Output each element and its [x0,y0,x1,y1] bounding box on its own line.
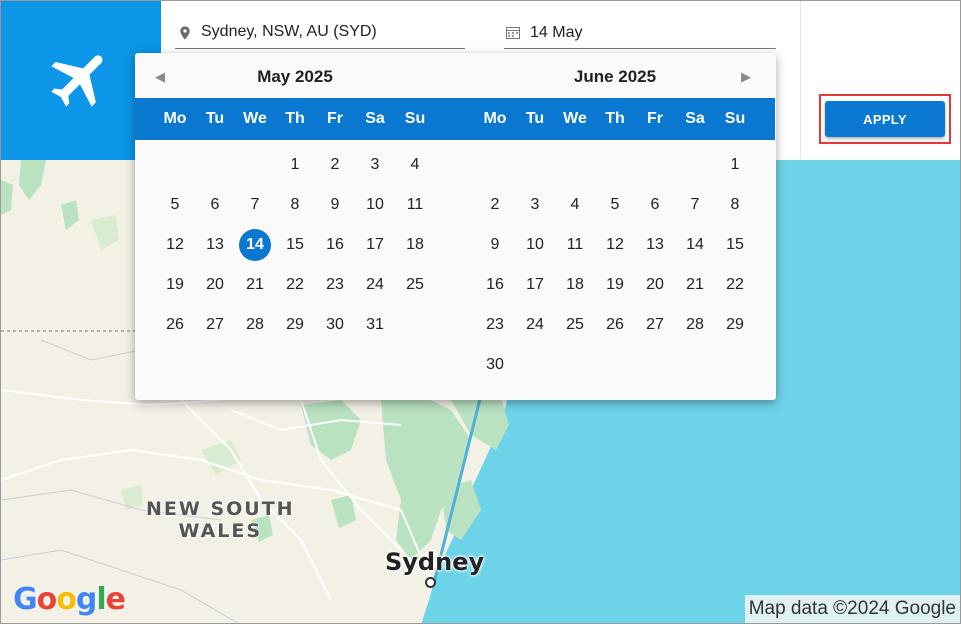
origin-input[interactable] [201,20,461,44]
day-cell[interactable]: 26 [159,309,191,341]
location-pin-icon [180,26,190,40]
day-cell[interactable]: 16 [479,269,511,301]
day-cell[interactable]: 3 [359,149,391,181]
day-cell[interactable]: 30 [479,349,511,381]
day-cell[interactable]: 11 [399,189,431,221]
day-cell[interactable]: 27 [639,309,671,341]
day-cell[interactable]: 29 [719,309,751,341]
day-cell[interactable]: 5 [599,189,631,221]
weekday-label: We [243,110,267,127]
month-title: May 2025 [257,67,333,86]
day-cell[interactable]: 7 [239,189,271,221]
weekday-label: Su [724,110,746,127]
day-cell[interactable]: 25 [559,309,591,341]
day-cell[interactable]: 16 [319,229,351,261]
month-may: ◀ May 2025 Mo Tu We Th Fr Sa Su 1 2 3 4 5 6 7 8 9 10 11 1… [135,53,455,400]
day-cell[interactable]: 12 [159,229,191,261]
day-cell[interactable]: 5 [159,189,191,221]
day-cell[interactable]: 19 [159,269,191,301]
date-field[interactable] [504,16,776,49]
day-cell[interactable]: 20 [199,269,231,301]
day-cell[interactable]: 8 [719,189,751,221]
day-cell[interactable]: 23 [479,309,511,341]
date-input[interactable] [530,21,770,45]
day-cell[interactable]: 10 [359,189,391,221]
weekday-label: Sa [685,110,705,127]
day-cell[interactable]: 19 [599,269,631,301]
day-cell[interactable]: 24 [519,309,551,341]
day-cell[interactable]: 18 [559,269,591,301]
day-cell[interactable]: 15 [279,229,311,261]
day-cell[interactable]: 9 [479,229,511,261]
day-cell[interactable]: 9 [319,189,351,221]
day-cell[interactable]: 25 [399,269,431,301]
apply-button[interactable]: APPLY [825,101,945,137]
map-city-label: Sydney [385,548,485,576]
day-cell[interactable]: 27 [199,309,231,341]
origin-field[interactable] [175,16,465,49]
weekday-label: Th [605,110,625,127]
day-cell[interactable]: 24 [359,269,391,301]
day-cell[interactable]: 21 [239,269,271,301]
month-june: June 2025 ▶ Mo Tu We Th Fr Sa Su 1 2 3 4 5 6 7 8 9 10 11… [455,53,775,400]
day-cell[interactable]: 17 [359,229,391,261]
header-divider [800,1,801,160]
calendar-icon [506,27,520,39]
day-cell[interactable]: 23 [319,269,351,301]
day-cell[interactable]: 22 [279,269,311,301]
day-cell[interactable]: 17 [519,269,551,301]
day-cell[interactable]: 20 [639,269,671,301]
weekday-label: Tu [525,110,545,127]
day-cell[interactable]: 13 [199,229,231,261]
day-cell[interactable]: 18 [399,229,431,261]
weekday-label: Mo [483,110,507,127]
weekday-header: Mo Tu We Th Fr Sa Su [135,98,455,140]
day-cell[interactable]: 26 [599,309,631,341]
day-cell[interactable]: 1 [719,149,751,181]
day-cell[interactable]: 29 [279,309,311,341]
day-cell[interactable]: 4 [559,189,591,221]
google-logo[interactable]: Google [13,582,126,617]
weekday-label: Th [285,110,305,127]
month-title: June 2025 [573,67,657,86]
chevron-right-icon[interactable]: ▶ [741,69,757,85]
day-cell-selected[interactable]: 14 [239,229,271,261]
day-cell[interactable]: 3 [519,189,551,221]
map-state-label: NEW SOUTH WALES [146,498,295,542]
day-cell[interactable]: 6 [199,189,231,221]
weekday-header: Mo Tu We Th Fr Sa Su [455,98,775,140]
weekday-label: Su [404,110,426,127]
day-cell[interactable]: 15 [719,229,751,261]
day-cell[interactable]: 2 [319,149,351,181]
day-cell[interactable]: 7 [679,189,711,221]
day-cell[interactable]: 14 [679,229,711,261]
day-cell[interactable]: 22 [719,269,751,301]
weekday-label: Fr [647,110,663,127]
day-cell[interactable]: 12 [599,229,631,261]
day-cell[interactable]: 8 [279,189,311,221]
day-cell[interactable]: 2 [479,189,511,221]
weekday-label: Sa [365,110,385,127]
weekday-label: Fr [327,110,343,127]
weekday-label: We [563,110,587,127]
day-cell[interactable]: 30 [319,309,351,341]
day-cell[interactable]: 31 [359,309,391,341]
datepicker-popup: ◀ May 2025 Mo Tu We Th Fr Sa Su 1 2 3 4 5 6 7 8 9 10 11 1… [135,53,776,400]
map-attribution[interactable]: Map data ©2024 Google [744,595,960,623]
day-cell[interactable]: 4 [399,149,431,181]
weekday-label: Tu [205,110,225,127]
city-marker[interactable] [425,577,436,588]
apply-highlight: APPLY [819,94,951,144]
day-cell[interactable]: 6 [639,189,671,221]
app-window: NEW SOUTH WALES Sydney Google Map data ©… [0,0,961,624]
weekday-label: Mo [163,110,187,127]
day-cell[interactable]: 11 [559,229,591,261]
day-cell[interactable]: 10 [519,229,551,261]
day-cell[interactable]: 1 [279,149,311,181]
day-cell[interactable]: 21 [679,269,711,301]
day-cell[interactable]: 28 [239,309,271,341]
airplane-icon [51,55,103,107]
day-cell[interactable]: 28 [679,309,711,341]
day-cell[interactable]: 13 [639,229,671,261]
